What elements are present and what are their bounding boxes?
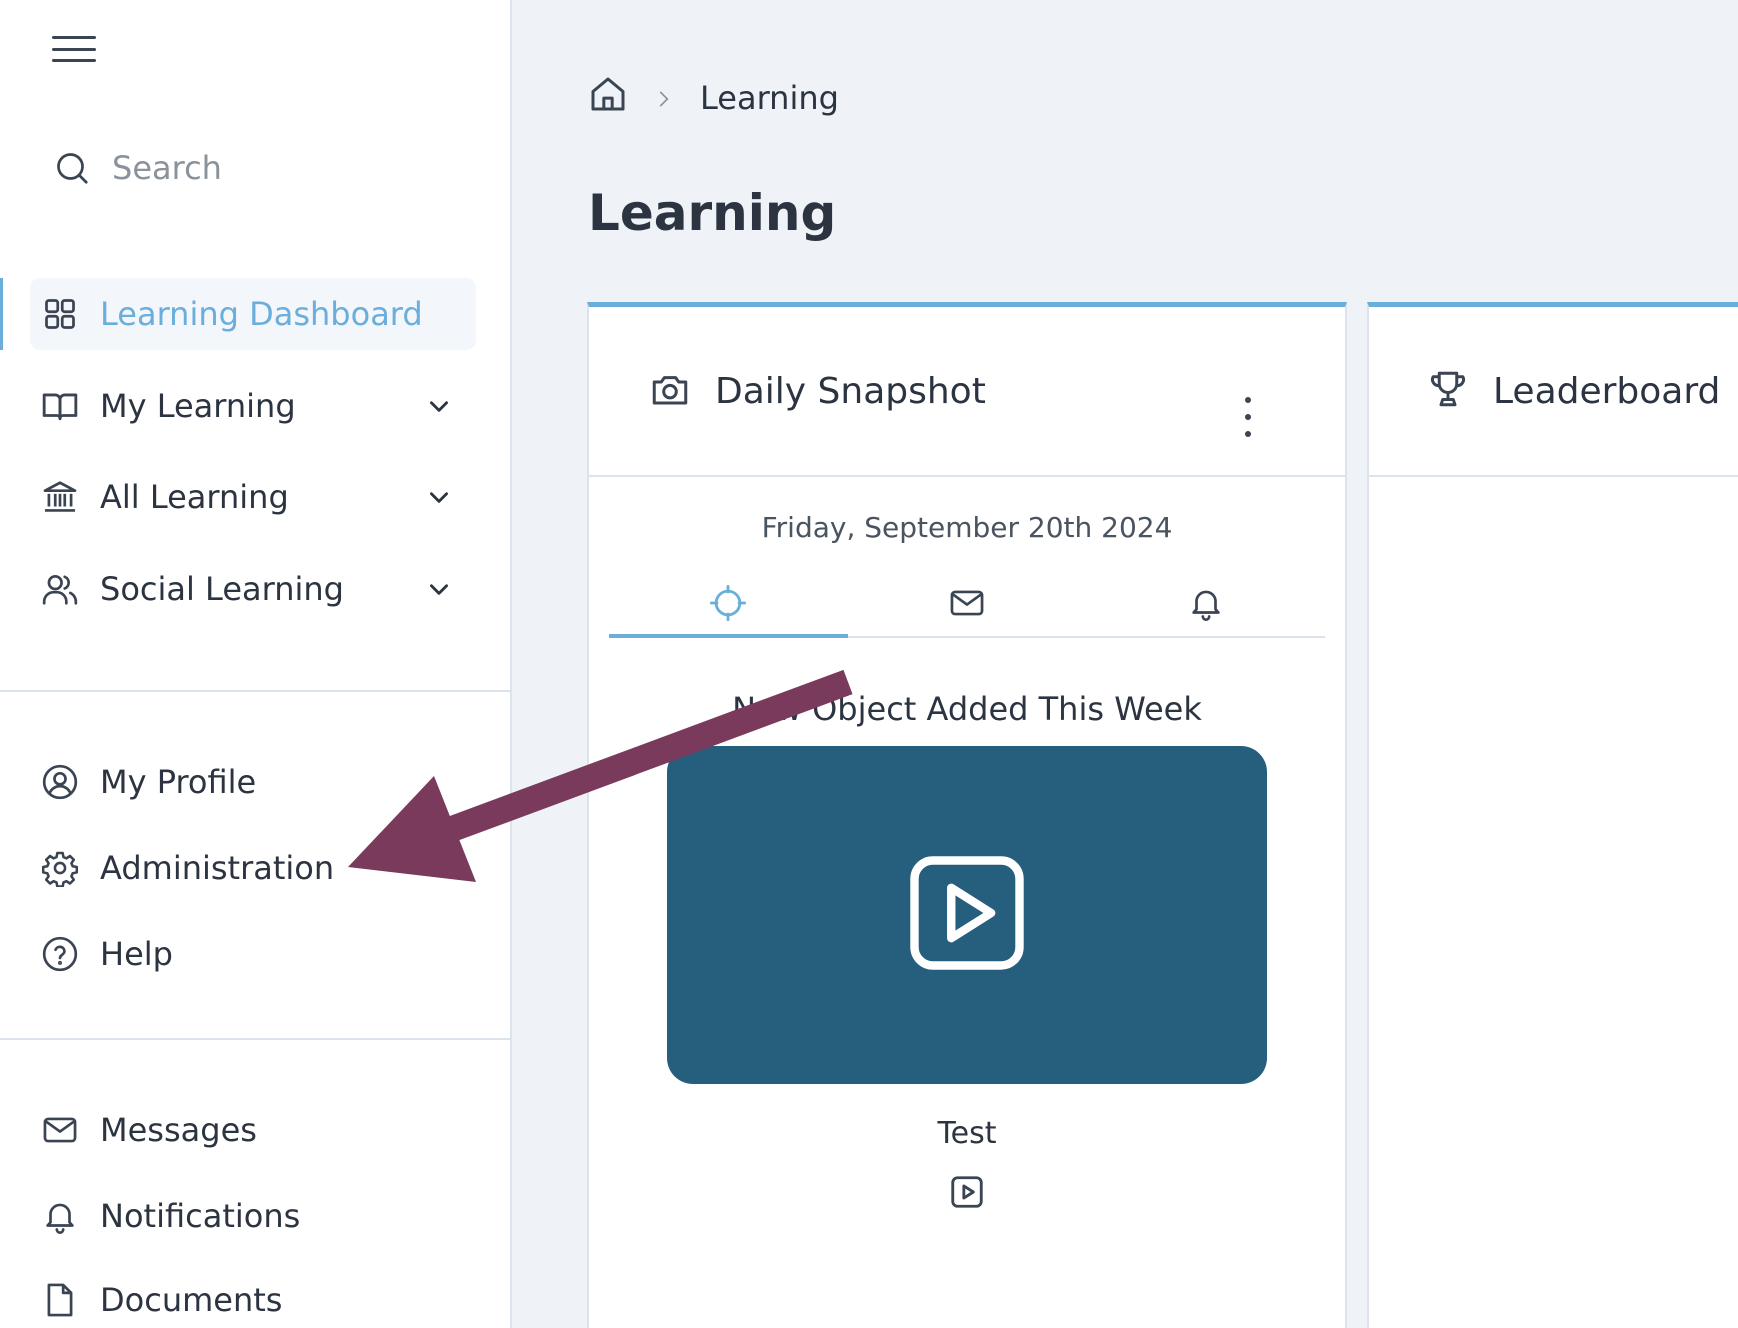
chevron-right-icon: [654, 79, 674, 117]
trophy-icon: [1427, 368, 1469, 414]
video-thumbnail[interactable]: [667, 746, 1267, 1084]
sidebar-item-administration[interactable]: Administration: [30, 832, 476, 904]
sidebar-item-label: All Learning: [100, 478, 289, 516]
tab-notifications[interactable]: [1086, 574, 1325, 636]
users-icon: [40, 569, 80, 609]
sidebar-item-documents[interactable]: Documents: [30, 1264, 476, 1328]
target-icon: [709, 584, 747, 626]
menu-icon[interactable]: [52, 36, 96, 62]
tab-new-objects[interactable]: [609, 574, 848, 638]
active-indicator: [0, 278, 3, 350]
sidebar-item-notifications[interactable]: Notifications: [30, 1180, 476, 1252]
camera-icon: [649, 368, 691, 414]
chevron-down-icon[interactable]: [424, 391, 454, 421]
sidebar-item-label: Notifications: [100, 1197, 301, 1235]
more-options-icon[interactable]: [1241, 397, 1255, 437]
mail-icon: [40, 1110, 80, 1150]
play-icon: [904, 850, 1030, 980]
sidebar-item-label: Messages: [100, 1111, 257, 1149]
learning-object-type: [589, 1173, 1345, 1215]
card-title: Daily Snapshot: [715, 370, 986, 412]
gear-icon: [40, 848, 80, 888]
sidebar-item-label: My Profile: [100, 763, 257, 801]
grid-icon: [40, 294, 80, 334]
sidebar-item-label: Learning Dashboard: [100, 295, 423, 333]
question-circle-icon: [40, 934, 80, 974]
card-header: Daily Snapshot: [589, 307, 1345, 477]
sidebar-item-all-learning[interactable]: All Learning: [30, 461, 476, 533]
bell-icon: [40, 1196, 80, 1236]
learning-object-title[interactable]: Test: [589, 1116, 1345, 1151]
section-title: New Object Added This Week: [732, 690, 1202, 728]
snapshot-date: Friday, September 20th 2024: [761, 511, 1173, 544]
sidebar-item-messages[interactable]: Messages: [30, 1094, 476, 1166]
search-icon: [57, 153, 88, 184]
chevron-down-icon[interactable]: [424, 482, 454, 512]
sidebar-item-label: Documents: [100, 1281, 283, 1319]
library-icon: [40, 477, 80, 517]
page-title: Learning: [588, 184, 837, 242]
daily-snapshot-card: Daily Snapshot Friday, September 20th 20…: [587, 302, 1347, 1328]
app-window: Learning Dashboard My Learning All Learn…: [0, 0, 1738, 1328]
sidebar-item-social-learning[interactable]: Social Learning: [30, 553, 476, 625]
chevron-down-icon[interactable]: [424, 574, 454, 604]
sidebar-item-label: My Learning: [100, 387, 296, 425]
sidebar-item-learning-dashboard[interactable]: Learning Dashboard: [30, 278, 476, 350]
sidebar-item-label: Social Learning: [100, 570, 344, 608]
sidebar-item-my-profile[interactable]: My Profile: [30, 746, 476, 818]
sidebar: Learning Dashboard My Learning All Learn…: [0, 0, 512, 1328]
snapshot-tabs: [609, 574, 1325, 638]
leaderboard-card: Leaderboard: [1367, 302, 1738, 1328]
sidebar-item-label: Help: [100, 935, 173, 973]
sidebar-item-my-learning[interactable]: My Learning: [30, 370, 476, 442]
video-icon: [948, 1173, 986, 1215]
document-icon: [40, 1280, 80, 1320]
sidebar-item-help[interactable]: Help: [30, 918, 476, 990]
tab-messages[interactable]: [848, 574, 1087, 636]
search-input[interactable]: [112, 149, 452, 187]
sidebar-divider: [0, 1038, 512, 1040]
home-icon[interactable]: [588, 74, 628, 122]
card-header: Leaderboard: [1369, 307, 1738, 477]
user-circle-icon: [40, 762, 80, 802]
card-title: Leaderboard: [1493, 370, 1721, 412]
bell-icon: [1187, 584, 1225, 626]
mail-icon: [948, 584, 986, 626]
breadcrumb: Learning: [588, 74, 839, 122]
breadcrumb-current: Learning: [700, 79, 839, 117]
sidebar-search: [54, 146, 474, 190]
sidebar-item-label: Administration: [100, 849, 335, 887]
book-icon: [40, 386, 80, 426]
sidebar-divider: [0, 690, 512, 692]
